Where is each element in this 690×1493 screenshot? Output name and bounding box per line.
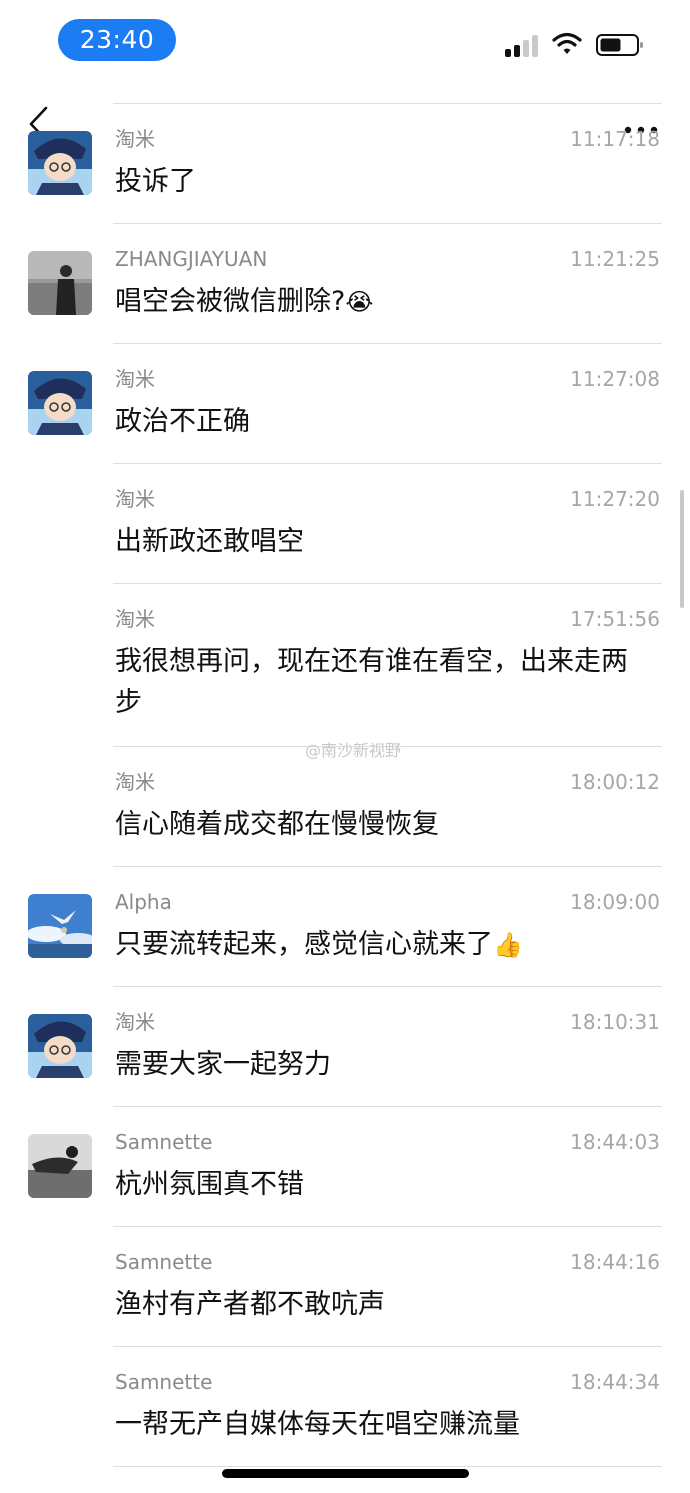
message-item: 淘米 11:27:20 出新政还敢唱空 (0, 463, 690, 583)
message-text-content: 我很想再问，现在还有谁在看空，出来走两步 (115, 646, 628, 718)
avatar[interactable] (28, 131, 92, 195)
message-time: 18:10:31 (570, 1010, 660, 1034)
message-time: 11:21:25 (570, 247, 660, 271)
avatar[interactable] (28, 371, 92, 435)
message-time: 18:44:34 (570, 1370, 660, 1394)
divider (113, 866, 662, 867)
message-text-content: 投诉了 (115, 166, 196, 197)
sender-name: Samnette (115, 1130, 213, 1154)
message-item: ZHANGJIAYUAN 11:21:25 唱空会被微信删除?😭 (0, 223, 690, 343)
message-text-content: 渔村有产者都不敢吭声 (115, 1289, 385, 1320)
message-time: 18:09:00 (570, 890, 660, 914)
sender-name: Samnette (115, 1250, 213, 1274)
message-text: 渔村有产者都不敢吭声 (115, 1284, 650, 1325)
message-feed: 淘米 11:17:18 投诉了 ZHANGJIAYUAN 11:21:25 唱空… (0, 103, 690, 1467)
sender-name: 淘米 (115, 1010, 155, 1034)
message-item: Samnette 18:44:34 一帮无产自媒体每天在唱空赚流量 (0, 1346, 690, 1467)
sender-name: Samnette (115, 1370, 213, 1394)
message-item: 淘米 11:27:08 政治不正确 (0, 343, 690, 463)
sender-name: Alpha (115, 890, 172, 914)
message-item: 淘米 11:17:18 投诉了 (0, 103, 690, 223)
divider (113, 343, 662, 344)
avatar[interactable] (28, 1134, 92, 1198)
status-bar: 23:40 (0, 0, 690, 80)
message-text-content: 信心随着成交都在慢慢恢复 (115, 809, 439, 840)
message-item: 淘米 17:51:56 我很想再问，现在还有谁在看空，出来走两步 (0, 583, 690, 746)
message-text-content: 出新政还敢唱空 (115, 526, 304, 557)
message-text: 唱空会被微信删除?😭 (115, 281, 650, 323)
message-text: 杭州氛围真不错 (115, 1164, 650, 1205)
message-text-content: 需要大家一起努力 (115, 1049, 331, 1080)
divider (113, 103, 662, 104)
message-text-content: 政治不正确 (115, 406, 250, 437)
cellular-signal-icon (505, 33, 541, 57)
divider (113, 583, 662, 584)
divider (113, 1106, 662, 1107)
sender-name: 淘米 (115, 487, 155, 511)
scrollbar[interactable] (680, 490, 684, 608)
message-text: 出新政还敢唱空 (115, 521, 650, 562)
message-time: 18:44:16 (570, 1250, 660, 1274)
avatar[interactable] (28, 251, 92, 315)
wifi-icon (552, 32, 582, 54)
divider (113, 986, 662, 987)
message-text: 我很想再问，现在还有谁在看空，出来走两步 (115, 641, 650, 723)
message-time: 11:27:20 (570, 487, 660, 511)
crying-emoji-icon: 😭 (345, 288, 374, 316)
message-item: Alpha 18:09:00 只要流转起来，感觉信心就来了👍 (0, 866, 690, 986)
sender-name: 淘米 (115, 607, 155, 631)
message-text: 政治不正确 (115, 401, 650, 442)
home-indicator[interactable] (222, 1469, 469, 1478)
avatar[interactable] (28, 1014, 92, 1078)
message-text-content: 只要流转起来，感觉信心就来了 (115, 929, 493, 960)
message-time: 11:17:18 (570, 127, 660, 151)
sender-name: 淘米 (115, 770, 155, 794)
message-text-content: 杭州氛围真不错 (115, 1169, 304, 1200)
avatar[interactable] (28, 894, 92, 958)
watermark: @南沙新视野 (305, 741, 402, 760)
sender-name: ZHANGJIAYUAN (115, 247, 268, 271)
message-time: 11:27:08 (570, 367, 660, 391)
message-item: Samnette 18:44:16 渔村有产者都不敢吭声 (0, 1226, 690, 1346)
thumbs-up-emoji-icon: 👍 (493, 931, 523, 959)
message-text-content: 一帮无产自媒体每天在唱空赚流量 (115, 1409, 520, 1440)
divider (113, 463, 662, 464)
message-item: 淘米 18:00:12 信心随着成交都在慢慢恢复 (0, 746, 690, 866)
message-item: 淘米 18:10:31 需要大家一起努力 (0, 986, 690, 1106)
divider (113, 223, 662, 224)
message-time: 18:44:03 (570, 1130, 660, 1154)
message-time: 18:00:12 (570, 770, 660, 794)
message-time: 17:51:56 (570, 607, 660, 631)
battery-icon (596, 34, 643, 56)
message-text-content: 唱空会被微信删除? (115, 286, 346, 317)
divider (113, 1346, 662, 1347)
status-time: 23:40 (58, 19, 176, 61)
sender-name: 淘米 (115, 367, 155, 391)
divider (113, 1466, 662, 1467)
message-item: Samnette 18:44:03 杭州氛围真不错 (0, 1106, 690, 1226)
message-text: 信心随着成交都在慢慢恢复 (115, 804, 650, 845)
message-text: 一帮无产自媒体每天在唱空赚流量 (115, 1404, 650, 1445)
message-text: 需要大家一起努力 (115, 1044, 650, 1085)
divider (113, 1226, 662, 1227)
sender-name: 淘米 (115, 127, 155, 151)
message-text: 投诉了 (115, 161, 650, 202)
message-text: 只要流转起来，感觉信心就来了👍 (115, 924, 650, 966)
